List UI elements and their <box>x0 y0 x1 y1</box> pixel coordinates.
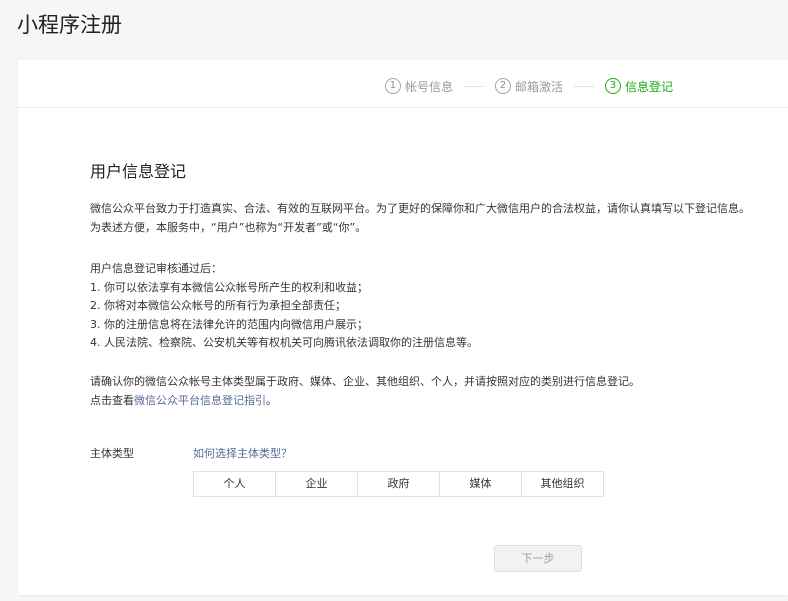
step-account-info: 1 帐号信息 <box>384 78 453 95</box>
section-title: 用户信息登记 <box>90 162 187 181</box>
intro-line-1: 微信公众平台致力于打造真实、合法、有效的互联网平台。为了更好的保障你和广大微信用… <box>90 202 750 215</box>
step-number-1: 1 <box>384 78 401 94</box>
step-label-email-activation: 邮箱激活 <box>514 79 563 94</box>
subject-type-label: 主体类型 <box>90 447 134 460</box>
intro-line-2: 为表述方便，本服务中，“用户”也称为“开发者”或“你”。 <box>90 220 367 234</box>
progress-steps: 1 帐号信息 2 邮箱激活 3 信息登记 <box>384 76 673 96</box>
rules-heading: 用户信息登记审核通过后： <box>90 262 222 275</box>
rules-item-2: 2. 你将对本微信公众帐号的所有行为承担全部责任； <box>90 299 346 312</box>
rules-item-3: 3. 你的注册信息将在法律允许的范围内向微信用户展示； <box>90 317 368 331</box>
confirm-paragraph: 请确认你的微信公众帐号主体类型属于政府、媒体、企业、其他组织、个人，并请按照对应… <box>90 373 640 410</box>
step-number-2: 2 <box>494 78 511 94</box>
step-info-registration: 3 信息登记 <box>604 78 673 95</box>
confirm-suffix: 。 <box>266 393 277 407</box>
step-email-activation: 2 邮箱激活 <box>494 78 563 95</box>
page-title: 小程序注册 <box>17 13 122 37</box>
rules-paragraph: 用户信息登记审核通过后： 1. 你可以依法享有本微信公众帐号所产生的权利和收益；… <box>90 260 478 353</box>
step-label-info-registration: 信息登记 <box>624 79 673 94</box>
rules-item-1: 1. 你可以依法享有本微信公众帐号所产生的权利和收益； <box>90 280 368 294</box>
subject-type-individual[interactable]: 个人 <box>194 472 276 496</box>
rules-item-4: 4. 人民法院、检察院、公安机关等有权机关可向腾讯依法调取你的注册信息等。 <box>90 336 478 349</box>
registration-guide-link[interactable]: 微信公众平台信息登记指引 <box>134 394 266 407</box>
intro-paragraph: 微信公众平台致力于打造真实、合法、有效的互联网平台。为了更好的保障你和广大微信用… <box>90 200 750 237</box>
confirm-line-2: 点击查看微信公众平台信息登记指引。 <box>90 392 640 411</box>
step-connector <box>463 85 484 87</box>
subject-type-help-link[interactable]: 如何选择主体类型？ <box>193 445 292 463</box>
subject-type-enterprise[interactable]: 企业 <box>276 472 358 496</box>
step-label-account-info: 帐号信息 <box>404 79 453 94</box>
subject-type-options: 个人 企业 政府 媒体 其他组织 <box>193 471 604 497</box>
confirm-line-1: 请确认你的微信公众帐号主体类型属于政府、媒体、企业、其他组织、个人，并请按照对应… <box>90 375 640 388</box>
subject-type-government[interactable]: 政府 <box>358 472 440 496</box>
step-number-3: 3 <box>604 78 621 94</box>
confirm-prefix: 点击查看 <box>90 393 134 407</box>
subject-type-media[interactable]: 媒体 <box>440 472 522 496</box>
subject-type-other-org[interactable]: 其他组织 <box>522 472 603 496</box>
next-step-button[interactable]: 下一步 <box>494 545 582 572</box>
registration-card: 1 帐号信息 2 邮箱激活 3 信息登记 用户信息登记 微信公众平台致力于打造真… <box>18 60 788 595</box>
step-connector <box>573 85 594 87</box>
header-divider <box>18 107 788 108</box>
